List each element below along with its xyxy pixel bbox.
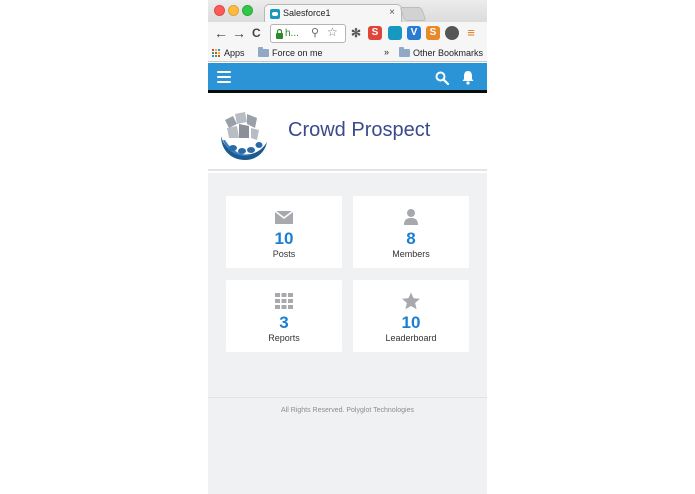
reload-button[interactable]: C bbox=[252, 25, 261, 41]
apps-bookmark[interactable]: Apps bbox=[212, 48, 245, 58]
address-bar[interactable]: h... ⚲ ☆ bbox=[270, 24, 346, 43]
app-header bbox=[208, 63, 487, 93]
bookmark-label: Force on me bbox=[272, 48, 323, 58]
hamburger-menu-icon[interactable] bbox=[217, 71, 231, 83]
star-icon bbox=[402, 292, 420, 310]
brand-header: Crowd Prospect bbox=[208, 96, 487, 171]
members-label: Members bbox=[392, 249, 430, 259]
folder-icon bbox=[399, 47, 410, 57]
moon-extension-icon[interactable] bbox=[445, 26, 459, 40]
minimize-window-button[interactable] bbox=[228, 5, 239, 16]
bell-icon[interactable] bbox=[461, 70, 475, 85]
reports-label: Reports bbox=[268, 333, 300, 343]
menu-icon[interactable]: ≡ bbox=[464, 26, 478, 40]
bookmark-other[interactable]: Other Bookmarks bbox=[399, 47, 484, 58]
extension-s-icon[interactable]: S bbox=[368, 26, 382, 40]
bookmark-label: Other Bookmarks bbox=[413, 48, 484, 58]
close-window-button[interactable] bbox=[214, 5, 225, 16]
bookmarks-bar: Apps Force on me » Other Bookmarks bbox=[208, 46, 487, 62]
bug-extension-icon[interactable]: ✻ bbox=[349, 26, 363, 40]
folder-icon bbox=[258, 47, 269, 57]
back-button[interactable]: ← bbox=[214, 25, 228, 41]
new-tab-button[interactable] bbox=[399, 7, 427, 21]
envelope-icon bbox=[274, 210, 294, 224]
url-text: h... bbox=[285, 28, 299, 39]
browser-toolbar: ← → C h... ⚲ ☆ ✻ S V S ≡ bbox=[208, 22, 487, 46]
forward-button[interactable]: → bbox=[232, 25, 246, 41]
browser-window: Salesforce1 × ← → C h... ⚲ ☆ ✻ S V S ≡ A… bbox=[208, 0, 487, 494]
bookmark-force-on-me[interactable]: Force on me bbox=[258, 47, 323, 58]
browser-tab[interactable]: Salesforce1 × bbox=[264, 4, 402, 23]
title-bar: Salesforce1 × bbox=[208, 0, 487, 23]
apps-label: Apps bbox=[224, 48, 245, 58]
posts-label: Posts bbox=[272, 249, 296, 259]
bookmark-star-icon[interactable]: ☆ bbox=[327, 25, 338, 39]
tab-close-button[interactable]: × bbox=[389, 7, 395, 18]
extension-v-icon[interactable]: V bbox=[407, 26, 421, 40]
salesforce-extension-icon[interactable] bbox=[388, 26, 402, 40]
posts-count: 10 bbox=[274, 229, 294, 248]
salesforce-cloud-icon bbox=[270, 9, 280, 19]
grid-icon bbox=[275, 293, 293, 309]
members-card[interactable]: 8 Members bbox=[353, 196, 469, 268]
leaderboard-count: 10 bbox=[401, 313, 421, 332]
members-count: 8 bbox=[406, 229, 416, 248]
tab-title: Salesforce1 bbox=[283, 8, 331, 18]
crowd-prospect-logo-icon bbox=[221, 112, 267, 160]
reports-card[interactable]: 3 Reports bbox=[226, 280, 342, 352]
leaderboard-card[interactable]: 10 Leaderboard bbox=[353, 280, 469, 352]
search-icon[interactable] bbox=[435, 71, 449, 85]
apps-grid-icon bbox=[212, 48, 221, 58]
zoom-window-button[interactable] bbox=[242, 5, 253, 16]
leaderboard-label: Leaderboard bbox=[385, 333, 437, 343]
brand-name: Crowd Prospect bbox=[288, 119, 431, 141]
bookmarks-overflow-button[interactable]: » bbox=[384, 47, 389, 57]
user-icon bbox=[404, 209, 418, 225]
footer: All Rights Reserved. Polyglot Technologi… bbox=[208, 397, 487, 494]
footer-copyright: All Rights Reserved. Polyglot Technologi… bbox=[281, 407, 414, 414]
posts-card[interactable]: 10 Posts bbox=[226, 196, 342, 268]
reports-count: 3 bbox=[279, 313, 289, 332]
extension-s2-icon[interactable]: S bbox=[426, 26, 440, 40]
search-icon[interactable]: ⚲ bbox=[311, 26, 319, 39]
dashboard: 10 Posts 8 Members 3 Reports 10 Leaderbo… bbox=[208, 173, 487, 397]
lock-icon bbox=[276, 28, 283, 39]
